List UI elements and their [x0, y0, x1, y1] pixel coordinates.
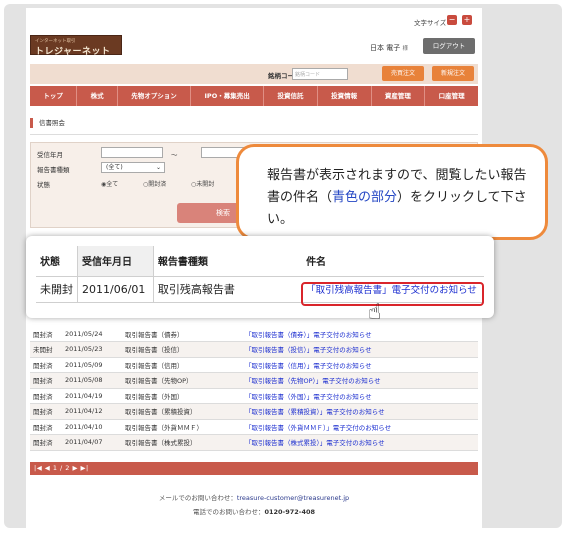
- mail-contact: メールでのお問い合わせ：treasure-customer@treasurene…: [26, 492, 482, 502]
- status-radio-unopened[interactable]: ○未開封: [191, 179, 214, 188]
- row-report-type: 取引報告書（外貨ＭＭＦ）: [122, 419, 242, 435]
- treasure-net-logo[interactable]: インターネット取引 トレジャーネット: [30, 35, 122, 57]
- row-report-type: 取引報告書（株式累投）: [122, 434, 242, 451]
- mail-contact-label: メールでのお問い合わせ：: [158, 494, 237, 502]
- pointing-hand-cursor-icon: ☝: [368, 300, 382, 325]
- report-subject-link[interactable]: 「取引報告書（債券）」電子交付のお知らせ: [242, 326, 478, 342]
- report-list: 開封済 2011/05/24 取引報告書（債券） 「取引報告書（債券）」電子交付のお知…: [30, 326, 478, 451]
- row-received-date: 2011/05/08: [62, 372, 122, 389]
- order-bar: 銘柄コード 銘柄コード 売買注文 新規注文: [30, 64, 478, 84]
- user-name-text: 日本 電子: [370, 44, 401, 52]
- code-input[interactable]: 銘柄コード: [292, 68, 348, 80]
- mail-address-link[interactable]: treasure-customer@treasurenet.jp: [237, 494, 349, 502]
- instruction-text-highlight: 青色の部分: [332, 190, 398, 205]
- row-received-date: 2011/05/24: [62, 326, 122, 342]
- pagination[interactable]: |◀ ◀ 1 / 2 ▶ ▶|: [30, 462, 478, 475]
- report-subject-link[interactable]: 「取引報告書（外貨ＭＭＦ）」電子交付のお知らせ: [242, 419, 478, 435]
- date-label: 受信年月: [37, 151, 63, 159]
- date-from-input[interactable]: [101, 147, 163, 158]
- report-subject-link[interactable]: 「取引報告書（先物OP）」電子交付のお知らせ: [242, 372, 478, 389]
- instruction-callout: 報告書が表示されますので、閲覧したい報告書の件名（青色の部分）をクリックして下さ…: [236, 144, 548, 240]
- table-row: 開封済 2011/04/12 取引報告書（累積投資） 「取引報告書（累積投資）」電子交…: [30, 403, 478, 420]
- row-received-date: 2011/05/23: [62, 341, 122, 358]
- row-received-date: 2011/04/07: [62, 434, 122, 451]
- logo-title: トレジャーネット: [35, 47, 111, 57]
- row-report-type: 取引報告書（外国）: [122, 388, 242, 404]
- nav-futures-options[interactable]: 先物オプション: [118, 86, 192, 106]
- row-report-type: 取引報告書（先物OP）: [122, 372, 242, 389]
- row-status: 開封済: [30, 388, 62, 404]
- row-status: 開封済: [30, 372, 62, 389]
- new-order-button[interactable]: 新規注文: [432, 66, 474, 81]
- row-received-date: 2011/05/09: [62, 357, 122, 373]
- nav-asset-management[interactable]: 資産管理: [372, 86, 426, 106]
- nav-top[interactable]: トップ: [30, 86, 78, 106]
- font-decrease-button[interactable]: −: [447, 15, 457, 25]
- report-type-select[interactable]: (全て) ⌄: [101, 162, 165, 173]
- phone-number: 0120-972-408: [264, 508, 316, 516]
- header-subject: 件名: [302, 246, 484, 277]
- main-nav: トップ 株式 先物オプション IPO・募集売出 投資信託 投資情報 資産管理 口…: [30, 86, 478, 106]
- subject-highlight-box: [301, 282, 484, 306]
- row-status: 開封済: [30, 326, 62, 342]
- nav-investment-trust[interactable]: 投資信託: [264, 86, 318, 106]
- row-status: 開封済: [30, 419, 62, 435]
- row-received-date: 2011/04/10: [62, 419, 122, 435]
- status-radio-opened[interactable]: ○開封済: [143, 179, 166, 188]
- report-subject-link[interactable]: 「取引報告書（累積投資）」電子交付のお知らせ: [242, 403, 478, 420]
- report-subject-link[interactable]: 「取引報告書（信用）」電子交付のお知らせ: [242, 357, 478, 373]
- report-subject-link[interactable]: 「取引報告書（株式累投）」電子交付のお知らせ: [242, 434, 478, 451]
- header-status: 状態: [36, 246, 78, 277]
- nav-account-management[interactable]: 口座管理: [425, 86, 478, 106]
- table-row: 開封済 2011/05/09 取引報告書（信用） 「取引報告書（信用）」電子交付のお知…: [30, 357, 478, 373]
- logout-button[interactable]: ログアウト: [423, 38, 475, 54]
- table-header-row: 状態 受信年月日 報告書種類 件名: [36, 246, 484, 277]
- row-report-type: 取引残高報告書: [153, 276, 303, 303]
- nav-stocks[interactable]: 株式: [77, 86, 118, 106]
- buy-sell-order-button[interactable]: 売買注文: [382, 66, 424, 81]
- table-row: 開封済 2011/04/19 取引報告書（外国） 「取引報告書（外国）」電子交付のお知…: [30, 388, 478, 404]
- row-status: 未開封: [36, 276, 78, 303]
- user-honorific: 様: [402, 46, 408, 52]
- row-received-date: 2011/04/12: [62, 403, 122, 420]
- status-label: 状態: [37, 181, 50, 189]
- table-row: 開封済 2011/05/08 取引報告書（先物OP） 「取引報告書（先物OP）」電子交…: [30, 372, 478, 389]
- zoomed-report-table: 状態 受信年月日 報告書種類 件名 未開封 2011/06/01 取引残高報告書…: [26, 236, 494, 318]
- title-divider: [30, 134, 478, 135]
- header-received-date: 受信年月日: [77, 246, 154, 277]
- row-received-date: 2011/04/19: [62, 388, 122, 404]
- report-type-value: (全て): [106, 164, 123, 171]
- table-row: 開封済 2011/05/24 取引報告書（債券） 「取引報告書（債券）」電子交付のお知…: [30, 326, 478, 342]
- row-report-type: 取引報告書（信用）: [122, 357, 242, 373]
- report-subject-link[interactable]: 「取引報告書（投信）」電子交付のお知らせ: [242, 341, 478, 358]
- status-radio-all[interactable]: ◉全て: [101, 179, 118, 188]
- instruction-text: 報告書が表示されますので、閲覧したい報告書の件名（青色の部分）をクリックして下さ…: [267, 165, 537, 231]
- row-status: 未開封: [30, 341, 62, 358]
- font-size-label: 文字サイズ: [414, 19, 447, 27]
- nav-ipo[interactable]: IPO・募集売出: [191, 86, 265, 106]
- row-status: 開封済: [30, 403, 62, 420]
- row-received-date: 2011/06/01: [77, 276, 154, 303]
- table-row: 未開封 2011/05/23 取引報告書（投信） 「取引報告書（投信）」電子交付のお知…: [30, 341, 478, 358]
- font-increase-button[interactable]: +: [462, 15, 472, 25]
- user-name: 日本 電子 様: [370, 43, 408, 53]
- phone-contact-label: 電話でのお問い合わせ：: [192, 508, 265, 516]
- row-report-type: 取引報告書（投信）: [122, 341, 242, 358]
- date-tilde: ～: [171, 151, 178, 159]
- phone-contact: 電話でのお問い合わせ：0120-972-408: [26, 506, 482, 516]
- chevron-down-icon: ⌄: [155, 164, 161, 171]
- page-title: 信書照会: [30, 118, 65, 128]
- table-row: 開封済 2011/04/10 取引報告書（外貨ＭＭＦ） 「取引報告書（外貨ＭＭＦ）」電…: [30, 419, 478, 435]
- table-row: 開封済 2011/04/07 取引報告書（株式累投） 「取引報告書（株式累投）」電子交…: [30, 434, 478, 451]
- row-status: 開封済: [30, 434, 62, 451]
- report-type-label: 報告書種類: [37, 166, 70, 174]
- row-status: 開封済: [30, 357, 62, 373]
- report-subject-link[interactable]: 「取引報告書（外国）」電子交付のお知らせ: [242, 388, 478, 404]
- nav-investment-info[interactable]: 投資情報: [318, 86, 372, 106]
- row-report-type: 取引報告書（債券）: [122, 326, 242, 342]
- row-report-type: 取引報告書（累積投資）: [122, 403, 242, 420]
- header-report-type: 報告書種類: [153, 246, 303, 277]
